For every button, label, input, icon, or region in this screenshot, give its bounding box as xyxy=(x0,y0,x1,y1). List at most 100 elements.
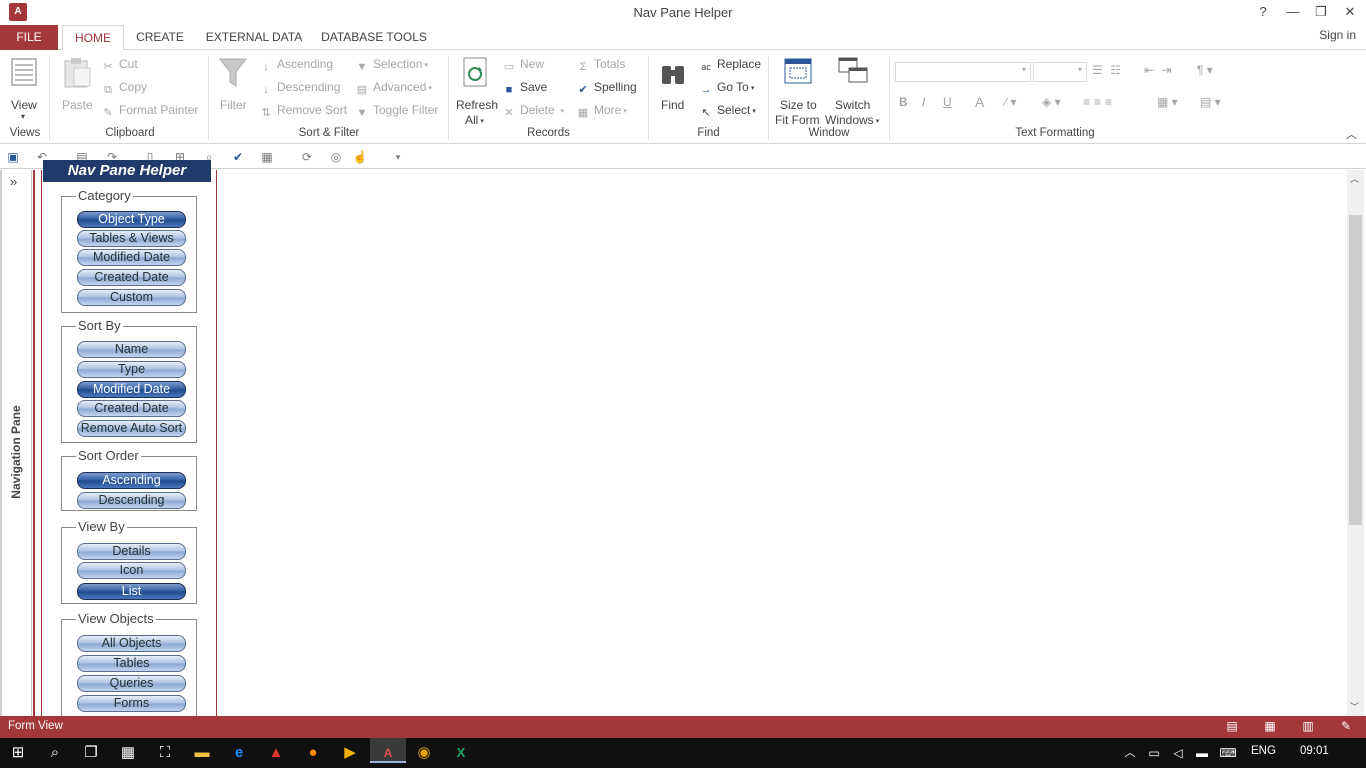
descending-button[interactable]: ↓ Descending xyxy=(259,80,340,97)
sign-in-link[interactable]: Sign in xyxy=(1319,28,1356,42)
indent-button[interactable]: ⇤ ⇥ xyxy=(1144,63,1173,77)
advanced-button[interactable]: ▤ Advanced ▾ xyxy=(355,80,432,97)
form-view-icon[interactable]: ▤ xyxy=(1224,719,1240,734)
collapse-ribbon-icon[interactable]: ︿ xyxy=(1346,126,1357,142)
find-button[interactable]: Find xyxy=(656,56,692,122)
toggle-button-tables[interactable]: Tables xyxy=(77,655,186,672)
filter-button[interactable]: Filter xyxy=(216,56,252,122)
file-explorer-icon[interactable]: ▬ xyxy=(191,743,213,763)
firefox-icon[interactable]: ● xyxy=(302,743,324,763)
volume-icon[interactable]: ◁ xyxy=(1167,743,1189,763)
search-icon[interactable]: ⌕ xyxy=(44,743,66,763)
restore-button[interactable]: ❐ xyxy=(1309,2,1333,22)
save-record-button[interactable]: ■ Save xyxy=(502,80,548,97)
toggle-button-tables-views[interactable]: Tables & Views xyxy=(77,230,186,247)
acrobat-icon[interactable]: ▲ xyxy=(265,743,287,763)
tab-create[interactable]: CREATE xyxy=(134,25,186,50)
sync-icon[interactable]: ◎ xyxy=(328,149,344,165)
toggle-button-remove-auto-sort[interactable]: Remove Auto Sort xyxy=(77,420,186,437)
scrollbar-thumb[interactable] xyxy=(1349,215,1362,525)
chrome-icon[interactable]: ◉ xyxy=(413,743,435,763)
access-taskbar-icon[interactable]: A xyxy=(370,738,406,763)
refresh-all-button[interactable]: Refresh All ▾ xyxy=(455,56,498,127)
size-to-fit-form-button[interactable]: Size to Fit Form xyxy=(773,56,823,127)
start-icon[interactable]: ⊞ xyxy=(7,743,29,763)
toggle-filter-button[interactable]: ▼ Toggle Filter xyxy=(355,103,439,120)
design-view-icon[interactable]: ✎ xyxy=(1338,719,1354,734)
network-icon[interactable]: ▭ xyxy=(1143,743,1165,763)
switch-windows-button[interactable]: Switch Windows ▾ xyxy=(825,56,885,127)
scroll-up-icon[interactable]: ︿ xyxy=(1350,172,1359,185)
close-button[interactable]: ✕ xyxy=(1338,2,1362,22)
toggle-button-queries[interactable]: Queries xyxy=(77,675,186,692)
task-view-icon[interactable]: ❐ xyxy=(80,743,102,763)
underline-button[interactable]: U xyxy=(943,95,952,109)
paragraph-button[interactable]: ¶ ▾ xyxy=(1197,63,1213,77)
toggle-button-modified-date[interactable]: Modified Date xyxy=(77,249,186,266)
toggle-button-created-date[interactable]: Created Date xyxy=(77,400,186,417)
navigation-pane[interactable]: » Navigation Pane xyxy=(0,170,32,716)
refresh-icon[interactable]: ⟳ xyxy=(299,149,315,165)
customize-toolbar-icon[interactable]: ▾ xyxy=(390,149,406,165)
goto-button[interactable]: → Go To ▾ xyxy=(699,80,755,97)
toggle-button-details[interactable]: Details xyxy=(77,543,186,560)
toggle-button-modified-date[interactable]: Modified Date xyxy=(77,381,186,398)
alignment-buttons[interactable]: ≡≡≡ xyxy=(1083,95,1116,109)
vertical-scrollbar[interactable]: ︿ ﹀ xyxy=(1347,170,1364,716)
calculator-icon[interactable]: ▦ xyxy=(117,743,139,763)
cut-button[interactable]: ✂ Cut xyxy=(101,57,137,74)
tab-file[interactable]: FILE xyxy=(0,25,58,50)
clock[interactable]: 09:01 xyxy=(1300,745,1329,757)
fill-color-button[interactable]: ◈ ▾ xyxy=(1042,95,1061,109)
toggle-button-all-objects[interactable]: All Objects xyxy=(77,635,186,652)
show-hidden-icons-icon[interactable]: ︿ xyxy=(1119,743,1141,763)
toggle-button-name[interactable]: Name xyxy=(77,341,186,358)
delete-record-button[interactable]: ✕ Delete ▾ xyxy=(502,103,564,120)
ascending-button[interactable]: ↓ Ascending xyxy=(259,57,333,74)
touch-mode-icon[interactable]: ☝ xyxy=(352,149,368,165)
remove-sort-button[interactable]: ⇅ Remove Sort xyxy=(259,103,347,120)
language-indicator[interactable]: ENG xyxy=(1251,745,1276,757)
view-mode-icon[interactable]: ▦ xyxy=(259,149,275,165)
replace-button[interactable]: ac Replace xyxy=(699,57,761,74)
store-icon[interactable]: ⛶ xyxy=(154,743,176,763)
alternate-row-color-button[interactable]: ▤ ▾ xyxy=(1200,95,1221,109)
minimize-button[interactable]: — xyxy=(1281,2,1305,22)
highlight-color-button[interactable]: ⁄ ▾ xyxy=(1005,95,1016,109)
tab-database-tools[interactable]: DATABASE TOOLS xyxy=(320,25,428,50)
tab-home[interactable]: HOME xyxy=(62,25,124,51)
gridlines-button[interactable]: ▦ ▾ xyxy=(1157,95,1178,109)
spelling-icon[interactable]: ✔ xyxy=(230,149,246,165)
copy-button[interactable]: ⧉ Copy xyxy=(101,80,147,97)
new-record-button[interactable]: ▭ New xyxy=(502,57,544,74)
datasheet-view-icon[interactable]: ▦ xyxy=(1262,719,1278,734)
format-painter-button[interactable]: ✎ Format Painter xyxy=(101,103,198,120)
totals-button[interactable]: Σ Totals xyxy=(576,57,626,74)
toggle-button-ascending[interactable]: Ascending xyxy=(77,472,186,489)
toggle-button-custom[interactable]: Custom xyxy=(77,289,186,306)
layout-view-icon[interactable]: ▥ xyxy=(1300,719,1316,734)
font-color-button[interactable]: A xyxy=(975,94,984,110)
scroll-down-icon[interactable]: ﹀ xyxy=(1350,700,1359,713)
selection-button[interactable]: ▼ Selection ▾ xyxy=(355,57,428,74)
toggle-button-object-type[interactable]: Object Type xyxy=(77,211,186,228)
select-button[interactable]: ↖ Select ▾ xyxy=(699,103,755,120)
spelling-button[interactable]: ✔ Spelling xyxy=(576,80,636,97)
keyboard-icon[interactable]: ⌨ xyxy=(1217,743,1239,763)
excel-icon[interactable]: X xyxy=(450,743,472,763)
tab-external-data[interactable]: EXTERNAL DATA xyxy=(202,25,306,50)
toggle-button-icon[interactable]: Icon xyxy=(77,562,186,579)
bullets-button[interactable]: ☰ ☷ xyxy=(1092,63,1123,77)
notifications-icon[interactable]: ▬ xyxy=(1191,743,1213,763)
font-name-dropdown[interactable]: ▾ xyxy=(895,62,1031,82)
media-player-icon[interactable]: ▶ xyxy=(339,743,361,763)
expand-nav-pane-button[interactable]: » xyxy=(10,174,17,189)
edge-icon[interactable]: e xyxy=(228,743,250,763)
save-icon[interactable]: ▣ xyxy=(5,149,21,165)
toggle-button-list[interactable]: List xyxy=(77,583,186,600)
more-button[interactable]: ▦ More ▾ xyxy=(576,103,627,120)
bold-button[interactable]: B xyxy=(899,95,908,109)
font-size-dropdown[interactable]: ▾ xyxy=(1033,62,1087,82)
help-button[interactable]: ? xyxy=(1251,2,1275,22)
toggle-button-type[interactable]: Type xyxy=(77,361,186,378)
